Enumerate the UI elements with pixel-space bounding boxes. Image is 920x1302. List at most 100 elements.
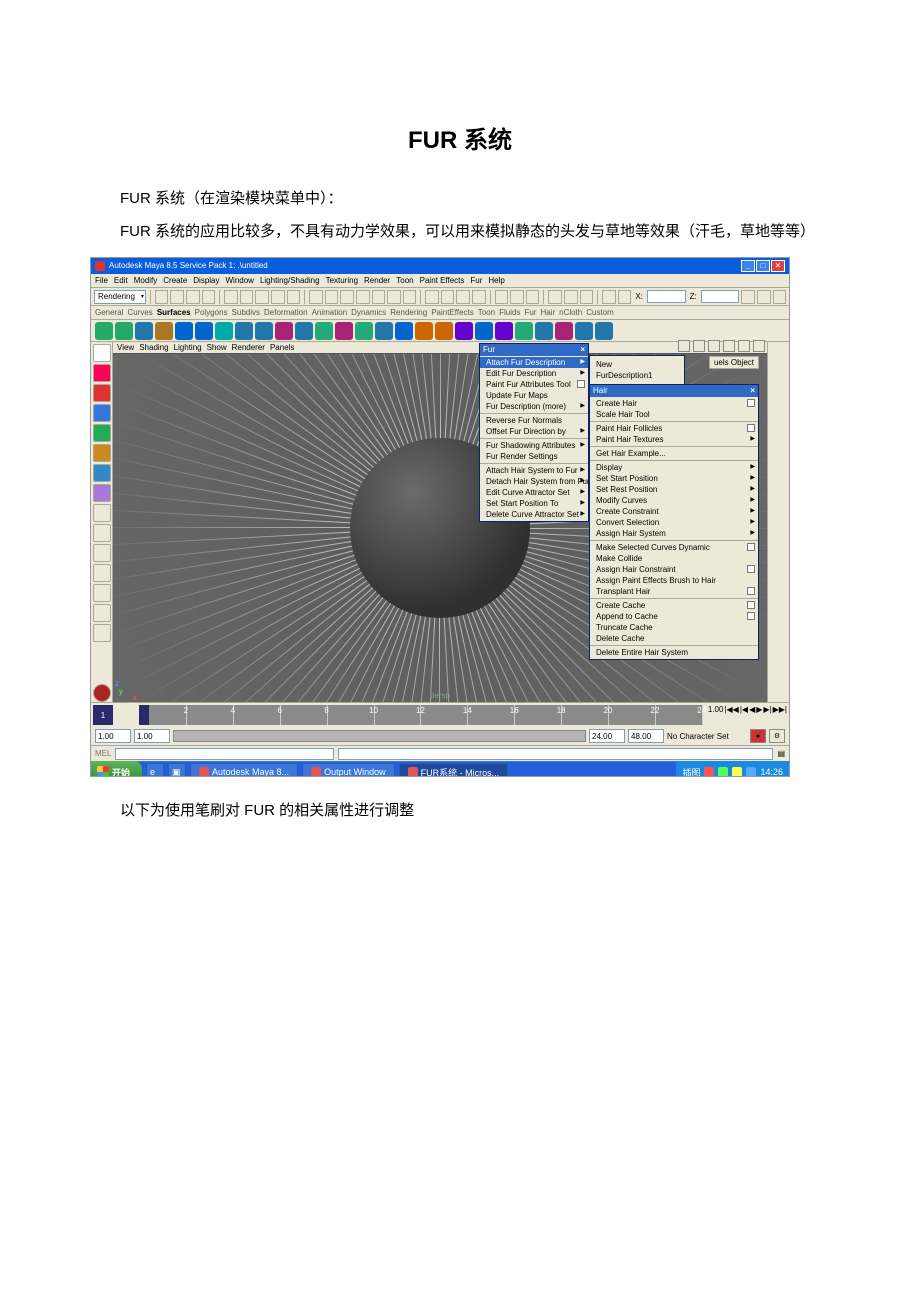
vp-menu-shading[interactable]: Shading (139, 343, 168, 352)
status-line-toolbar[interactable]: Rendering X: (91, 288, 789, 306)
option-box-icon[interactable] (747, 565, 755, 573)
menu-create[interactable]: Create (163, 276, 187, 285)
toolbar-button[interactable] (202, 290, 216, 304)
tray-icon[interactable] (746, 767, 756, 777)
shelf-icon[interactable] (95, 322, 113, 340)
taskbar-task[interactable]: Output Window (302, 763, 395, 777)
toolbar-button[interactable] (309, 290, 323, 304)
tray-icon[interactable] (718, 767, 728, 777)
tray-lang-label[interactable]: 插图 (682, 766, 700, 778)
menu-item[interactable]: Update Fur Maps (480, 390, 588, 401)
timeline-head-icon[interactable]: 1 (93, 705, 113, 725)
menu-display[interactable]: Display (193, 276, 219, 285)
manipulator-tool-icon[interactable] (93, 464, 111, 482)
option-box-icon[interactable] (747, 424, 755, 432)
menu-item[interactable]: Set Rest Position▶ (590, 484, 758, 495)
tray-icon[interactable] (704, 767, 714, 777)
menu-item[interactable]: Append to Cache (590, 611, 758, 622)
shelf-icon[interactable] (515, 322, 533, 340)
module-selector[interactable]: Rendering (94, 290, 146, 304)
toolbar-button[interactable] (403, 290, 417, 304)
autokey-button[interactable]: ● (750, 729, 766, 743)
menu-item[interactable]: Make Selected Curves Dynamic (590, 542, 758, 553)
maximize-button[interactable]: □ (756, 260, 770, 272)
menu-item[interactable]: Paint Hair Textures▶ (590, 434, 758, 445)
shelf-icon[interactable] (435, 322, 453, 340)
shelf-tab-fur[interactable]: Fur (524, 308, 536, 317)
shelf-icon[interactable] (115, 322, 133, 340)
vp-menu-view[interactable]: View (117, 343, 134, 352)
toolbar-button[interactable] (602, 290, 616, 304)
shelf-icon[interactable] (575, 322, 593, 340)
menu-texturing[interactable]: Texturing (326, 276, 358, 285)
shelf-icon[interactable] (595, 322, 613, 340)
script-editor-button[interactable]: ▤ (777, 749, 785, 758)
menu-item[interactable]: Offset Fur Direction by▶ (480, 426, 588, 437)
shelf-tab-painteffects[interactable]: PaintEffects (431, 308, 474, 317)
quicklaunch-desktop-icon[interactable]: ▣ (168, 763, 186, 777)
taskbar-task[interactable]: Autodesk Maya 8... (190, 763, 298, 777)
input-x[interactable] (647, 290, 686, 303)
layout-outliner-icon[interactable] (93, 564, 111, 582)
menu-item[interactable]: Delete Cache (590, 633, 758, 644)
toolbar-button[interactable] (340, 290, 354, 304)
toolbar-button[interactable] (580, 290, 594, 304)
toolbar-button[interactable] (564, 290, 578, 304)
menu-modify[interactable]: Modify (134, 276, 158, 285)
menu-edit[interactable]: Edit (114, 276, 128, 285)
close-button[interactable]: × (771, 260, 785, 272)
last-tool-icon[interactable] (93, 504, 111, 522)
goto-end-button[interactable]: ▶▶| (773, 705, 787, 714)
shelf-icons[interactable] (91, 320, 789, 342)
menu-item[interactable]: Scale Hair Tool (590, 409, 758, 420)
shelf-tab-general[interactable]: General (95, 308, 123, 317)
move-tool-icon[interactable] (93, 404, 111, 422)
menu-lightingshading[interactable]: Lighting/Shading (260, 276, 320, 285)
menu-item[interactable]: Delete Curve Attractor Set▶ (480, 509, 588, 520)
menu-item[interactable]: Detach Hair System from Fur▶ (480, 476, 588, 487)
toolbar-button[interactable] (287, 290, 301, 304)
lasso-tool-icon[interactable] (93, 364, 111, 382)
shelf-icon[interactable] (295, 322, 313, 340)
menu-item[interactable]: FurDescription1 (590, 370, 684, 381)
layout-four-icon[interactable] (93, 544, 111, 562)
menu-item[interactable]: Delete Entire Hair System (590, 647, 758, 658)
menu-item[interactable]: Create Cache (590, 600, 758, 611)
snap-icon[interactable] (693, 340, 705, 352)
option-box-icon[interactable] (747, 612, 755, 620)
select-tool-icon[interactable] (93, 344, 111, 362)
attach-fur-submenu[interactable]: NewFurDescription1 (589, 355, 685, 385)
shelf-tab-dynamics[interactable]: Dynamics (351, 308, 386, 317)
menu-item[interactable]: Display▶ (590, 462, 758, 473)
toolbar-button[interactable] (356, 290, 370, 304)
shelf-tab-subdivs[interactable]: Subdivs (232, 308, 260, 317)
main-menu-bar[interactable]: FileEditModifyCreateDisplayWindowLightin… (91, 274, 789, 288)
rotate-tool-icon[interactable] (93, 424, 111, 442)
shelf-tab-surfaces[interactable]: Surfaces (157, 308, 191, 317)
menu-item[interactable]: Fur Shadowing Attributes▶ (480, 440, 588, 451)
menu-item[interactable]: Edit Fur Description▶ (480, 368, 588, 379)
range-end-field[interactable]: 1.00 (708, 705, 724, 714)
shelf-tab-fluids[interactable]: Fluids (499, 308, 520, 317)
shelf-tab-curves[interactable]: Curves (127, 308, 152, 317)
toolbar-button[interactable] (618, 290, 632, 304)
toolbar-button[interactable] (255, 290, 269, 304)
shelf-icon[interactable] (175, 322, 193, 340)
prefs-button[interactable]: ⚙ (769, 729, 785, 743)
help-icon[interactable] (93, 684, 111, 702)
toolbar-button[interactable] (510, 290, 524, 304)
range-start-field[interactable]: 1.00 (95, 729, 131, 743)
shelf-tab-toon[interactable]: Toon (478, 308, 495, 317)
menu-item[interactable]: Reverse Fur Normals (480, 415, 588, 426)
menu-item[interactable]: Set Start Position To▶ (480, 498, 588, 509)
menu-item[interactable]: Transplant Hair (590, 586, 758, 597)
toolbar-button[interactable] (757, 290, 771, 304)
shelf-icon[interactable] (535, 322, 553, 340)
shelf-icon[interactable] (235, 322, 253, 340)
snap-icon[interactable] (738, 340, 750, 352)
menu-item[interactable]: Paint Fur Attributes Tool (480, 379, 588, 390)
menu-item[interactable]: New (590, 359, 684, 370)
paint-tool-icon[interactable] (93, 384, 111, 402)
fur-menu-popup[interactable]: Fur× Attach Fur Description▶Edit Fur Des… (479, 343, 589, 522)
step-fwd-button[interactable]: ▶| (763, 705, 771, 714)
